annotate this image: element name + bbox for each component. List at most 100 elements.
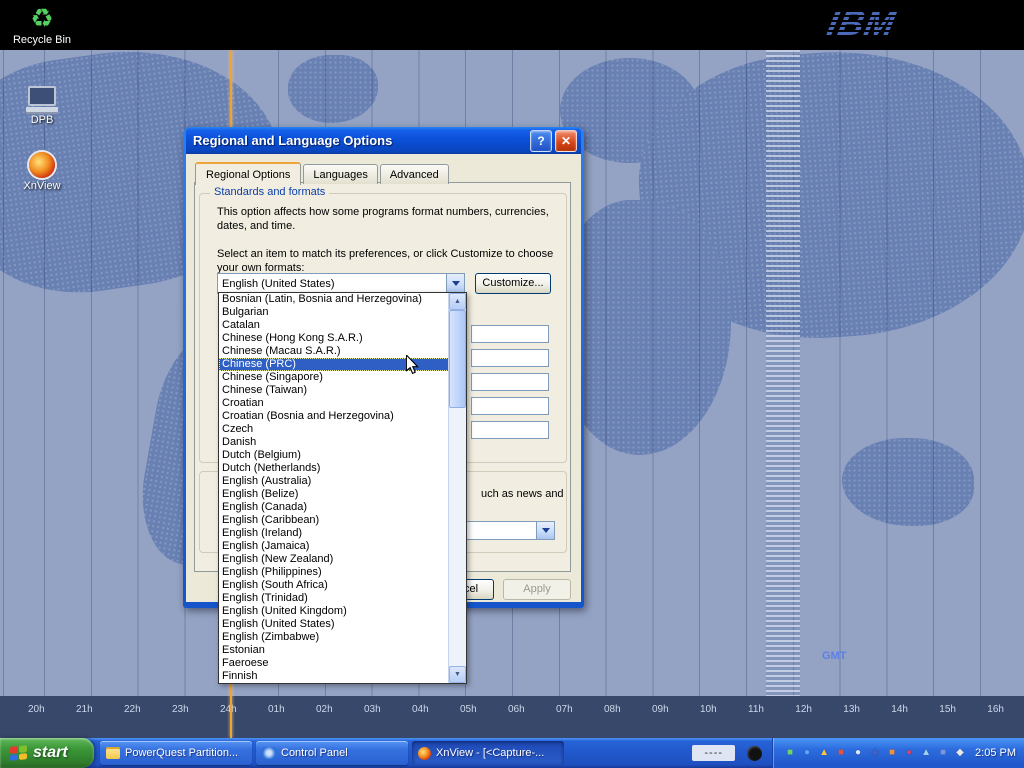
language-option[interactable]: Bulgarian	[219, 306, 449, 319]
ibm-logo: IBM	[828, 2, 932, 46]
system-tray: ■●▲■●◆■●▲■◆ 2:05 PM	[772, 738, 1024, 768]
start-button[interactable]: start	[0, 738, 94, 768]
display-tray-icon[interactable]: ■	[885, 746, 899, 760]
location-text-fragment: uch as news and	[481, 487, 571, 501]
language-option[interactable]: English (Belize)	[219, 488, 449, 501]
language-option[interactable]: English (Australia)	[219, 475, 449, 488]
deskband-app-icon[interactable]	[747, 746, 762, 761]
desktop: GMT 20h21h22h23h24h01h02h03h04h05h06h07h…	[0, 0, 1024, 768]
format-combobox-value: English (United States)	[218, 278, 446, 290]
language-option[interactable]: English (Jamaica)	[219, 540, 449, 553]
dialog-tab[interactable]: Languages	[303, 164, 377, 184]
hour-label: 14h	[891, 704, 908, 715]
hour-label: 01h	[268, 704, 285, 715]
language-option[interactable]: English (Zimbabwe)	[219, 631, 449, 644]
hour-label: 23h	[172, 704, 189, 715]
language-option[interactable]: Bosnian (Latin, Bosnia and Herzegovina)	[219, 293, 449, 306]
antivirus-tray-icon[interactable]: ■	[783, 746, 797, 760]
ime-tray-icon[interactable]: ■	[936, 746, 950, 760]
hour-label: 05h	[460, 704, 477, 715]
language-option[interactable]: Chinese (Taiwan)	[219, 384, 449, 397]
task-icon	[418, 747, 431, 760]
language-option[interactable]: English (Trinidad)	[219, 592, 449, 605]
standards-description: This option affects how some programs fo…	[217, 205, 557, 233]
sample-field[interactable]	[471, 421, 549, 439]
format-combobox[interactable]: English (United States)	[217, 273, 465, 294]
language-option[interactable]: Croatian	[219, 397, 449, 410]
mouse-cursor	[406, 355, 420, 376]
language-option[interactable]: Catalan	[219, 319, 449, 332]
taskbar-task-button[interactable]: XnView - [<Capture-...	[412, 741, 564, 765]
hour-label: 20h	[28, 704, 45, 715]
usb-tray-icon[interactable]: ▲	[919, 746, 933, 760]
language-option[interactable]: English (Canada)	[219, 501, 449, 514]
taskbar: start PowerQuest Partition... Control Pa…	[0, 738, 1024, 768]
location-combobox-dropdown-button[interactable]	[536, 522, 554, 539]
desktop-icon-xnview[interactable]: XnView	[6, 152, 78, 192]
recycle-bin-icon: ♻	[6, 4, 78, 32]
taskbar-task-button[interactable]: PowerQuest Partition...	[100, 741, 252, 765]
update-tray-icon[interactable]: ▲	[817, 746, 831, 760]
language-option[interactable]: Dutch (Netherlands)	[219, 462, 449, 475]
dialog-tab[interactable]: Regional Options	[195, 162, 301, 185]
security-tray-icon[interactable]: ●	[902, 746, 916, 760]
scrollbar-down-arrow[interactable]: ▼	[449, 666, 466, 683]
language-option[interactable]: Croatian (Bosnia and Herzegovina)	[219, 410, 449, 423]
network-tray-icon[interactable]: ◆	[868, 746, 882, 760]
hour-label: 24h	[220, 704, 237, 715]
language-option[interactable]: English (United Kingdom)	[219, 605, 449, 618]
hour-label: 10h	[700, 704, 717, 715]
dialog-title: Regional and Language Options	[193, 133, 527, 148]
language-option[interactable]: English (United States)	[219, 618, 449, 631]
hour-label: 02h	[316, 704, 333, 715]
language-option[interactable]: English (Philippines)	[219, 566, 449, 579]
deskband-button[interactable]: ----	[692, 745, 735, 761]
messenger-tray-icon[interactable]: ●	[800, 746, 814, 760]
chevron-down-icon	[542, 528, 550, 537]
language-option[interactable]: English (Ireland)	[219, 527, 449, 540]
desktop-icon-dpb[interactable]: DPB	[6, 86, 78, 126]
close-button[interactable]: ✕	[555, 130, 577, 152]
language-option[interactable]: English (South Africa)	[219, 579, 449, 592]
alert-tray-icon[interactable]: ■	[834, 746, 848, 760]
xnview-icon	[29, 152, 55, 178]
dialog-titlebar[interactable]: Regional and Language Options ? ✕	[186, 127, 581, 154]
hour-label: 12h	[795, 704, 812, 715]
windows-flag-icon	[10, 745, 27, 761]
language-option[interactable]: English (Caribbean)	[219, 514, 449, 527]
language-option[interactable]: Czech	[219, 423, 449, 436]
scrollbar-thumb[interactable]	[449, 310, 466, 408]
hour-label: 16h	[987, 704, 1004, 715]
sample-field[interactable]	[471, 373, 549, 391]
taskbar-clock[interactable]: 2:05 PM	[975, 747, 1016, 759]
hour-label: 04h	[412, 704, 429, 715]
taskbar-task-button[interactable]: Control Panel	[256, 741, 408, 765]
battery-tray-icon[interactable]: ◆	[953, 746, 967, 760]
hour-label: 07h	[556, 704, 573, 715]
desktop-icon-recycle-bin[interactable]: ♻ Recycle Bin	[6, 4, 78, 46]
sample-field[interactable]	[471, 325, 549, 343]
scrollbar-up-arrow[interactable]: ▲	[449, 293, 466, 310]
help-button[interactable]: ?	[530, 130, 552, 152]
language-dropdown-list: Bosnian (Latin, Bosnia and Herzegovina)B…	[218, 292, 467, 684]
list-scrollbar[interactable]: ▲ ▼	[448, 293, 466, 683]
language-option[interactable]: Finnish	[219, 670, 449, 683]
language-option[interactable]: Chinese (Hong Kong S.A.R.)	[219, 332, 449, 345]
volume-tray-icon[interactable]: ●	[851, 746, 865, 760]
chevron-down-icon	[452, 281, 460, 290]
hour-label: 11h	[748, 704, 764, 715]
hour-label: 21h	[76, 704, 93, 715]
task-icon	[106, 747, 120, 759]
apply-button: Apply	[503, 579, 571, 600]
language-option[interactable]: Dutch (Belgium)	[219, 449, 449, 462]
customize-button[interactable]: Customize...	[475, 273, 551, 294]
dialog-tab[interactable]: Advanced	[380, 164, 449, 184]
sample-field[interactable]	[471, 349, 549, 367]
format-combobox-dropdown-button[interactable]	[446, 274, 464, 293]
language-option[interactable]: Faeroese	[219, 657, 449, 670]
language-option[interactable]: Estonian	[219, 644, 449, 657]
gmt-label: GMT	[822, 650, 846, 662]
sample-field[interactable]	[471, 397, 549, 415]
language-option[interactable]: English (New Zealand)	[219, 553, 449, 566]
language-option[interactable]: Danish	[219, 436, 449, 449]
